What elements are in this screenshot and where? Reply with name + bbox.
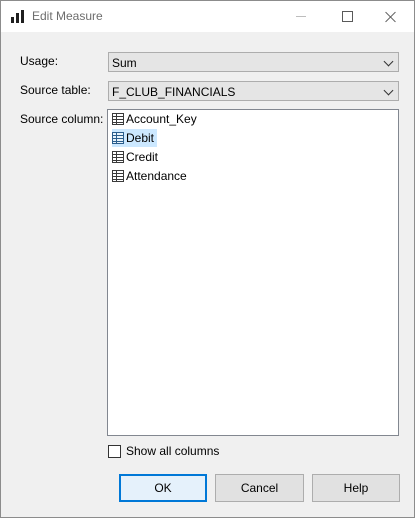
maximize-icon [341, 11, 353, 22]
usage-label: Usage: [20, 54, 59, 68]
edit-measure-dialog: Edit Measure Usage: Sum Source table: F_… [0, 0, 415, 518]
window-title: Edit Measure [32, 9, 103, 23]
list-item-label: Debit [126, 131, 155, 145]
close-icon [385, 11, 397, 23]
table-column-icon [112, 151, 124, 163]
help-button[interactable]: Help [312, 474, 400, 502]
show-all-columns-checkbox[interactable] [108, 445, 121, 458]
title-bar[interactable]: Edit Measure [1, 1, 414, 32]
usage-dropdown[interactable]: Sum [108, 52, 399, 72]
table-column-icon [112, 132, 124, 144]
minimize-button[interactable] [278, 1, 324, 32]
show-all-columns-label[interactable]: Show all columns [126, 444, 219, 458]
source-table-label: Source table: [20, 83, 91, 97]
bar-chart-icon [11, 10, 25, 23]
usage-value: Sum [112, 56, 137, 70]
list-item-label: Attendance [126, 169, 187, 183]
list-item[interactable]: Credit [112, 148, 161, 166]
list-item[interactable]: Account_Key [112, 110, 200, 128]
source-column-label: Source column: [20, 112, 104, 126]
table-column-icon [112, 113, 124, 125]
source-table-value: F_CLUB_FINANCIALS [112, 85, 236, 99]
list-item[interactable]: Debit [112, 129, 158, 147]
close-button[interactable] [368, 1, 414, 32]
maximize-button[interactable] [324, 1, 370, 32]
chevron-down-icon [383, 85, 394, 96]
list-item-label: Credit [126, 150, 159, 164]
ok-button[interactable]: OK [119, 474, 207, 502]
cancel-button[interactable]: Cancel [215, 474, 304, 502]
minimize-icon [296, 16, 306, 17]
source-column-list[interactable]: Account_Key Debit Credit Attendance [107, 109, 399, 436]
source-table-dropdown[interactable]: F_CLUB_FINANCIALS [108, 81, 399, 101]
list-item-label: Account_Key [126, 112, 197, 126]
list-item[interactable]: Attendance [112, 167, 190, 185]
chevron-down-icon [383, 56, 394, 67]
table-column-icon [112, 170, 124, 182]
